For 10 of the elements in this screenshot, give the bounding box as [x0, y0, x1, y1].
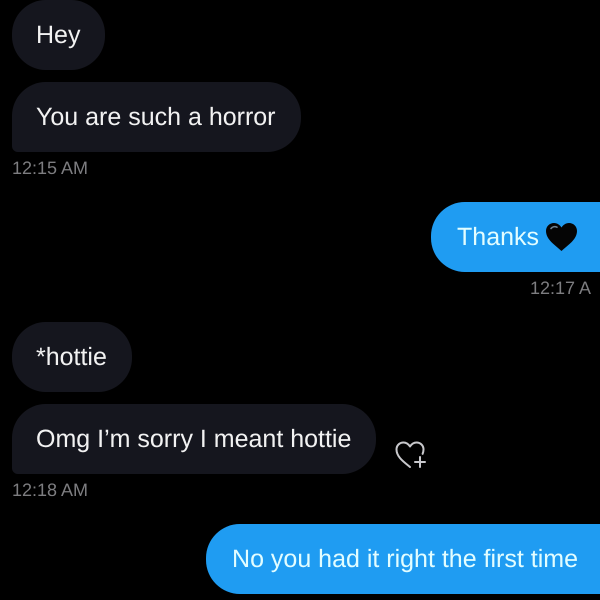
timestamp: 12:17 A [530, 278, 592, 298]
message-text: You are such a horror [36, 103, 276, 131]
message-text: No you had it right the first time [232, 545, 578, 573]
message-text: Thanks [457, 223, 539, 251]
timestamp: 12:15 AM [12, 158, 88, 178]
heart-plus-icon[interactable] [394, 440, 428, 470]
timestamp: 12:18 AM [12, 480, 88, 500]
message-text: *hottie [36, 343, 107, 371]
message-text: Hey [36, 21, 80, 49]
message-text: Omg I’m sorry I meant hottie [36, 425, 352, 453]
